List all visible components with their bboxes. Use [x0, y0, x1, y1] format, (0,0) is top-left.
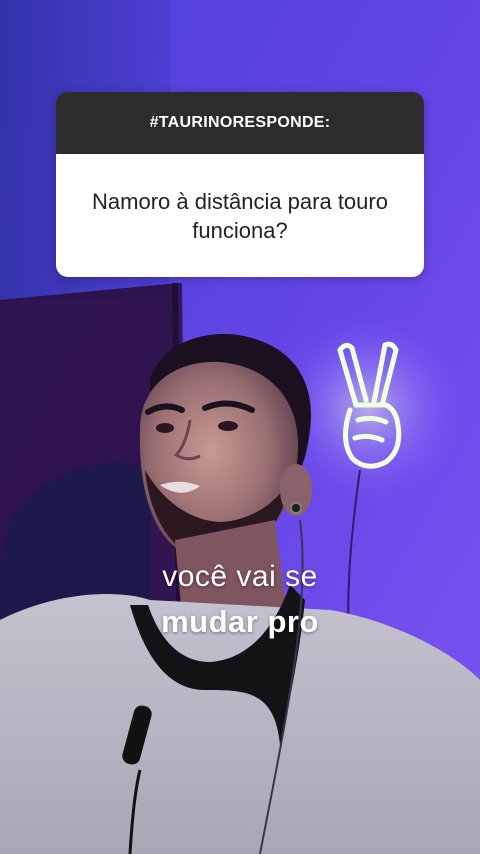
question-sticker-text: Namoro à distância para touro funciona?: [56, 154, 424, 277]
question-sticker-header: #TAURINORESPONDE:: [56, 92, 424, 154]
eye-left: [156, 423, 174, 433]
caption-line-2: mudar pro: [161, 604, 319, 639]
earring: [290, 502, 302, 514]
question-sticker: #TAURINORESPONDE: Namoro à distância par…: [56, 92, 424, 277]
eye-right: [218, 421, 238, 431]
caption-line-1: você vai se: [162, 560, 318, 593]
